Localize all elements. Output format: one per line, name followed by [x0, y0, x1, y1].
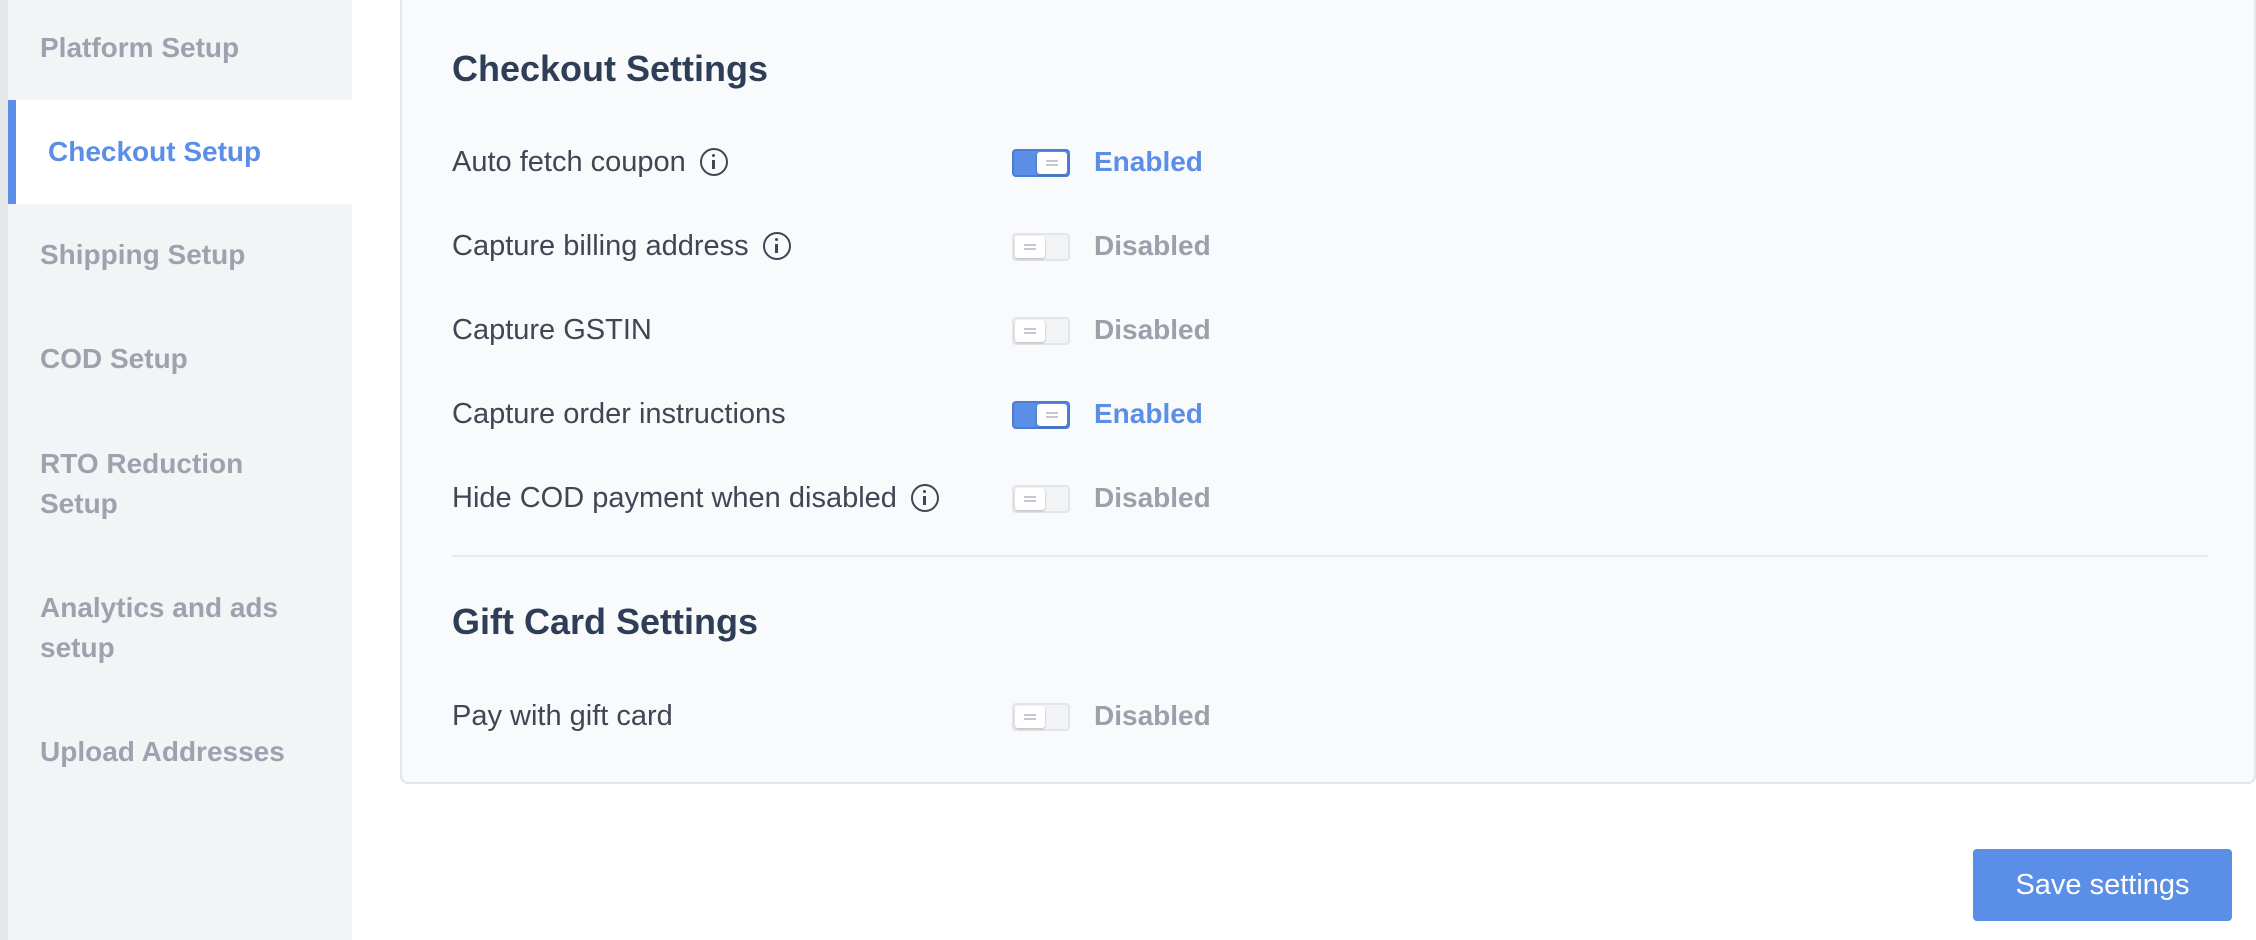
setting-label: Hide COD payment when disabled [452, 478, 939, 518]
setting-label-text: Auto fetch coupon [452, 146, 686, 178]
info-circle-icon[interactable] [762, 232, 791, 260]
status-label: Enabled [1094, 146, 1203, 177]
toggle-knob [1015, 706, 1045, 728]
sidebar-item-analytics-and-ads-setup[interactable]: Analytics and ads setup [8, 588, 352, 668]
gift-card-settings-title: Gift Card Settings [452, 601, 759, 642]
settings-panel: Checkout Settings Auto fetch coupon Enab… [400, 0, 2256, 784]
setting-label: Auto fetch coupon [452, 142, 728, 182]
setting-row-capture-order-instructions: Capture order instructions Enabled [452, 394, 1452, 434]
capture-order-instructions-toggle[interactable] [1012, 401, 1070, 429]
info-circle-icon[interactable] [910, 484, 939, 512]
toggle-knob [1015, 488, 1045, 510]
setting-label-text: Capture order instructions [452, 398, 786, 430]
toggle-knob [1037, 404, 1067, 426]
status-label: Disabled [1094, 482, 1211, 513]
save-settings-button[interactable]: Save settings [1973, 849, 2232, 921]
pay-with-gift-card-toggle[interactable] [1012, 703, 1070, 731]
setting-row-pay-with-gift-card: Pay with gift card Disabled [452, 696, 1452, 736]
info-circle-icon[interactable] [699, 148, 728, 176]
setting-label: Pay with gift card [452, 696, 673, 736]
setting-label-text: Capture GSTIN [452, 314, 652, 346]
toggle-knob [1037, 152, 1067, 174]
sidebar-item-shipping-setup[interactable]: Shipping Setup [8, 235, 352, 275]
sidebar-item-upload-addresses[interactable]: Upload Addresses [8, 732, 352, 772]
capture-gstin-toggle[interactable] [1012, 317, 1070, 345]
hide-cod-payment-toggle[interactable] [1012, 485, 1070, 513]
setting-row-capture-gstin: Capture GSTIN Disabled [452, 310, 1452, 350]
setting-label-text: Hide COD payment when disabled [452, 482, 897, 514]
status-label: Disabled [1094, 314, 1211, 345]
setting-label-text: Pay with gift card [452, 700, 673, 732]
sidebar-item-rto-reduction-setup[interactable]: RTO Reduction Setup [8, 444, 352, 524]
sidebar-item-checkout-setup[interactable]: Checkout Setup [8, 100, 352, 204]
sidebar-item-cod-setup[interactable]: COD Setup [8, 339, 352, 379]
setting-row-capture-billing-address: Capture billing address Disabled [452, 226, 1452, 266]
auto-fetch-coupon-toggle[interactable] [1012, 149, 1070, 177]
toggle-knob [1015, 236, 1045, 258]
setting-label: Capture order instructions [452, 394, 786, 434]
setting-row-hide-cod-payment: Hide COD payment when disabled Disabled [452, 478, 1452, 518]
status-label: Enabled [1094, 398, 1203, 429]
setting-row-auto-fetch-coupon: Auto fetch coupon Enabled [452, 142, 1452, 182]
sidebar-item-platform-setup[interactable]: Platform Setup [8, 28, 352, 68]
capture-billing-address-toggle[interactable] [1012, 233, 1070, 261]
toggle-knob [1015, 320, 1045, 342]
section-divider [452, 555, 2208, 557]
checkout-settings-title: Checkout Settings [452, 48, 769, 89]
setting-label-text: Capture billing address [452, 230, 749, 262]
status-label: Disabled [1094, 700, 1211, 731]
sidebar: Platform Setup Checkout Setup Shipping S… [0, 0, 352, 940]
setting-label: Capture GSTIN [452, 310, 652, 350]
setting-label: Capture billing address [452, 226, 791, 266]
status-label: Disabled [1094, 230, 1211, 261]
